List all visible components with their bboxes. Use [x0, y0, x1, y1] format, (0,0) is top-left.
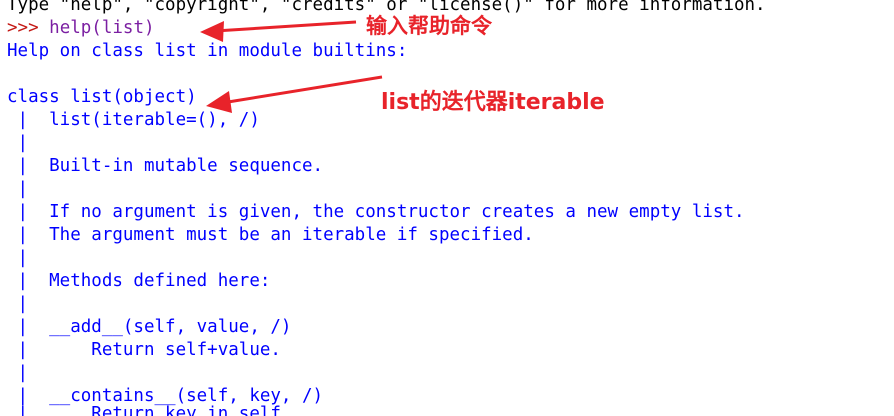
command-text: help(list)	[49, 18, 155, 38]
output-line: | list(iterable=(), /)	[7, 110, 260, 130]
prompt-marker: >>>	[7, 18, 50, 38]
output-line: |	[7, 363, 50, 383]
output-line: | The argument must be an iterable if sp…	[7, 225, 534, 245]
output-line: | Methods defined here:	[7, 271, 271, 291]
output-line: | If no argument is given, the construct…	[7, 202, 745, 222]
prompt-line: >>> help(list)	[7, 17, 155, 40]
output-line: |	[7, 248, 50, 268]
output-line: |	[7, 133, 50, 153]
output-line: |	[7, 179, 50, 199]
output-line: |	[7, 294, 50, 314]
output-line: | __add__(self, value, /)	[7, 317, 292, 337]
output-line: class list(object)	[7, 87, 197, 107]
output-line: | Return key in self.	[7, 404, 292, 416]
annotation-help-command: 输入帮助命令	[366, 14, 492, 38]
output-line: Help on class list in module builtins:	[7, 41, 408, 61]
annotation-list-iterable: list的迭代器iterable	[381, 90, 605, 115]
output-line: | Built-in mutable sequence.	[7, 156, 324, 176]
output-line: | Return self+value.	[7, 340, 281, 360]
python-shell-output[interactable]: Type "help", "copyright", "credits" or "…	[0, 0, 894, 416]
